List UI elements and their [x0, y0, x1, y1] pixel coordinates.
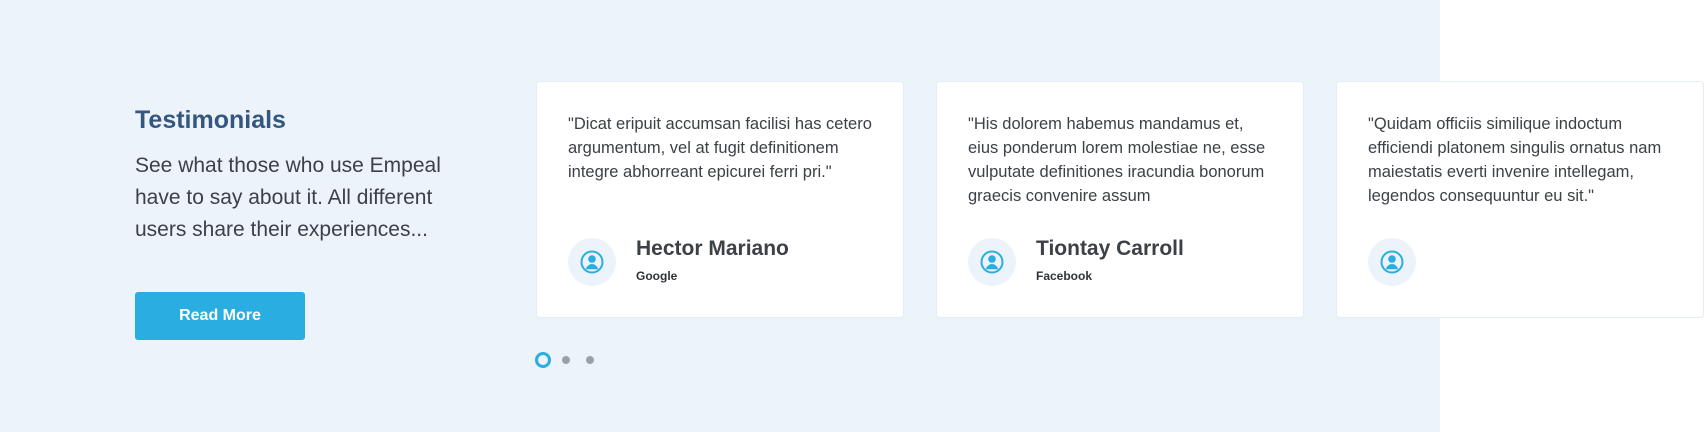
user-icon: [580, 250, 604, 274]
section-title: Testimonials: [135, 106, 286, 134]
testimonial-quote: "Quidam officiis similique indoctum effi…: [1368, 115, 1662, 205]
pagination-dot-2[interactable]: [562, 356, 570, 364]
testimonial-card-third: "Quidam officiis similique indoctum effi…: [1336, 81, 1704, 318]
testimonial-company: Google: [636, 269, 678, 283]
testimonials-intro: Testimonials See what those who use Empe…: [135, 104, 455, 246]
testimonial-name: Hector Mariano: [636, 237, 789, 260]
user-icon: [980, 250, 1004, 274]
testimonial-name: Tiontay Carroll: [1036, 237, 1184, 260]
testimonial-quote: "Dicat eripuit accumsan facilisi has cet…: [568, 115, 872, 181]
testimonial-card-tiontay-carroll: "His dolorem habemus mandamus et, eius p…: [936, 81, 1304, 318]
testimonials-page: Testimonials See what those who use Empe…: [0, 0, 1705, 432]
testimonial-pagination: [535, 352, 605, 368]
avatar: [968, 238, 1016, 286]
testimonial-card-hector-mariano: "Dicat eripuit accumsan facilisi has cet…: [536, 81, 904, 318]
testimonial-quote: "His dolorem habemus mandamus et, eius p…: [968, 115, 1266, 205]
section-description: See what those who use Empeal have to sa…: [135, 154, 441, 241]
avatar: [1368, 238, 1416, 286]
pagination-dot-active[interactable]: [535, 352, 551, 368]
avatar: [568, 238, 616, 286]
user-icon: [1380, 250, 1404, 274]
pagination-dot-3[interactable]: [586, 356, 594, 364]
testimonial-company: Facebook: [1036, 269, 1093, 283]
read-more-button[interactable]: Read More: [135, 292, 305, 340]
